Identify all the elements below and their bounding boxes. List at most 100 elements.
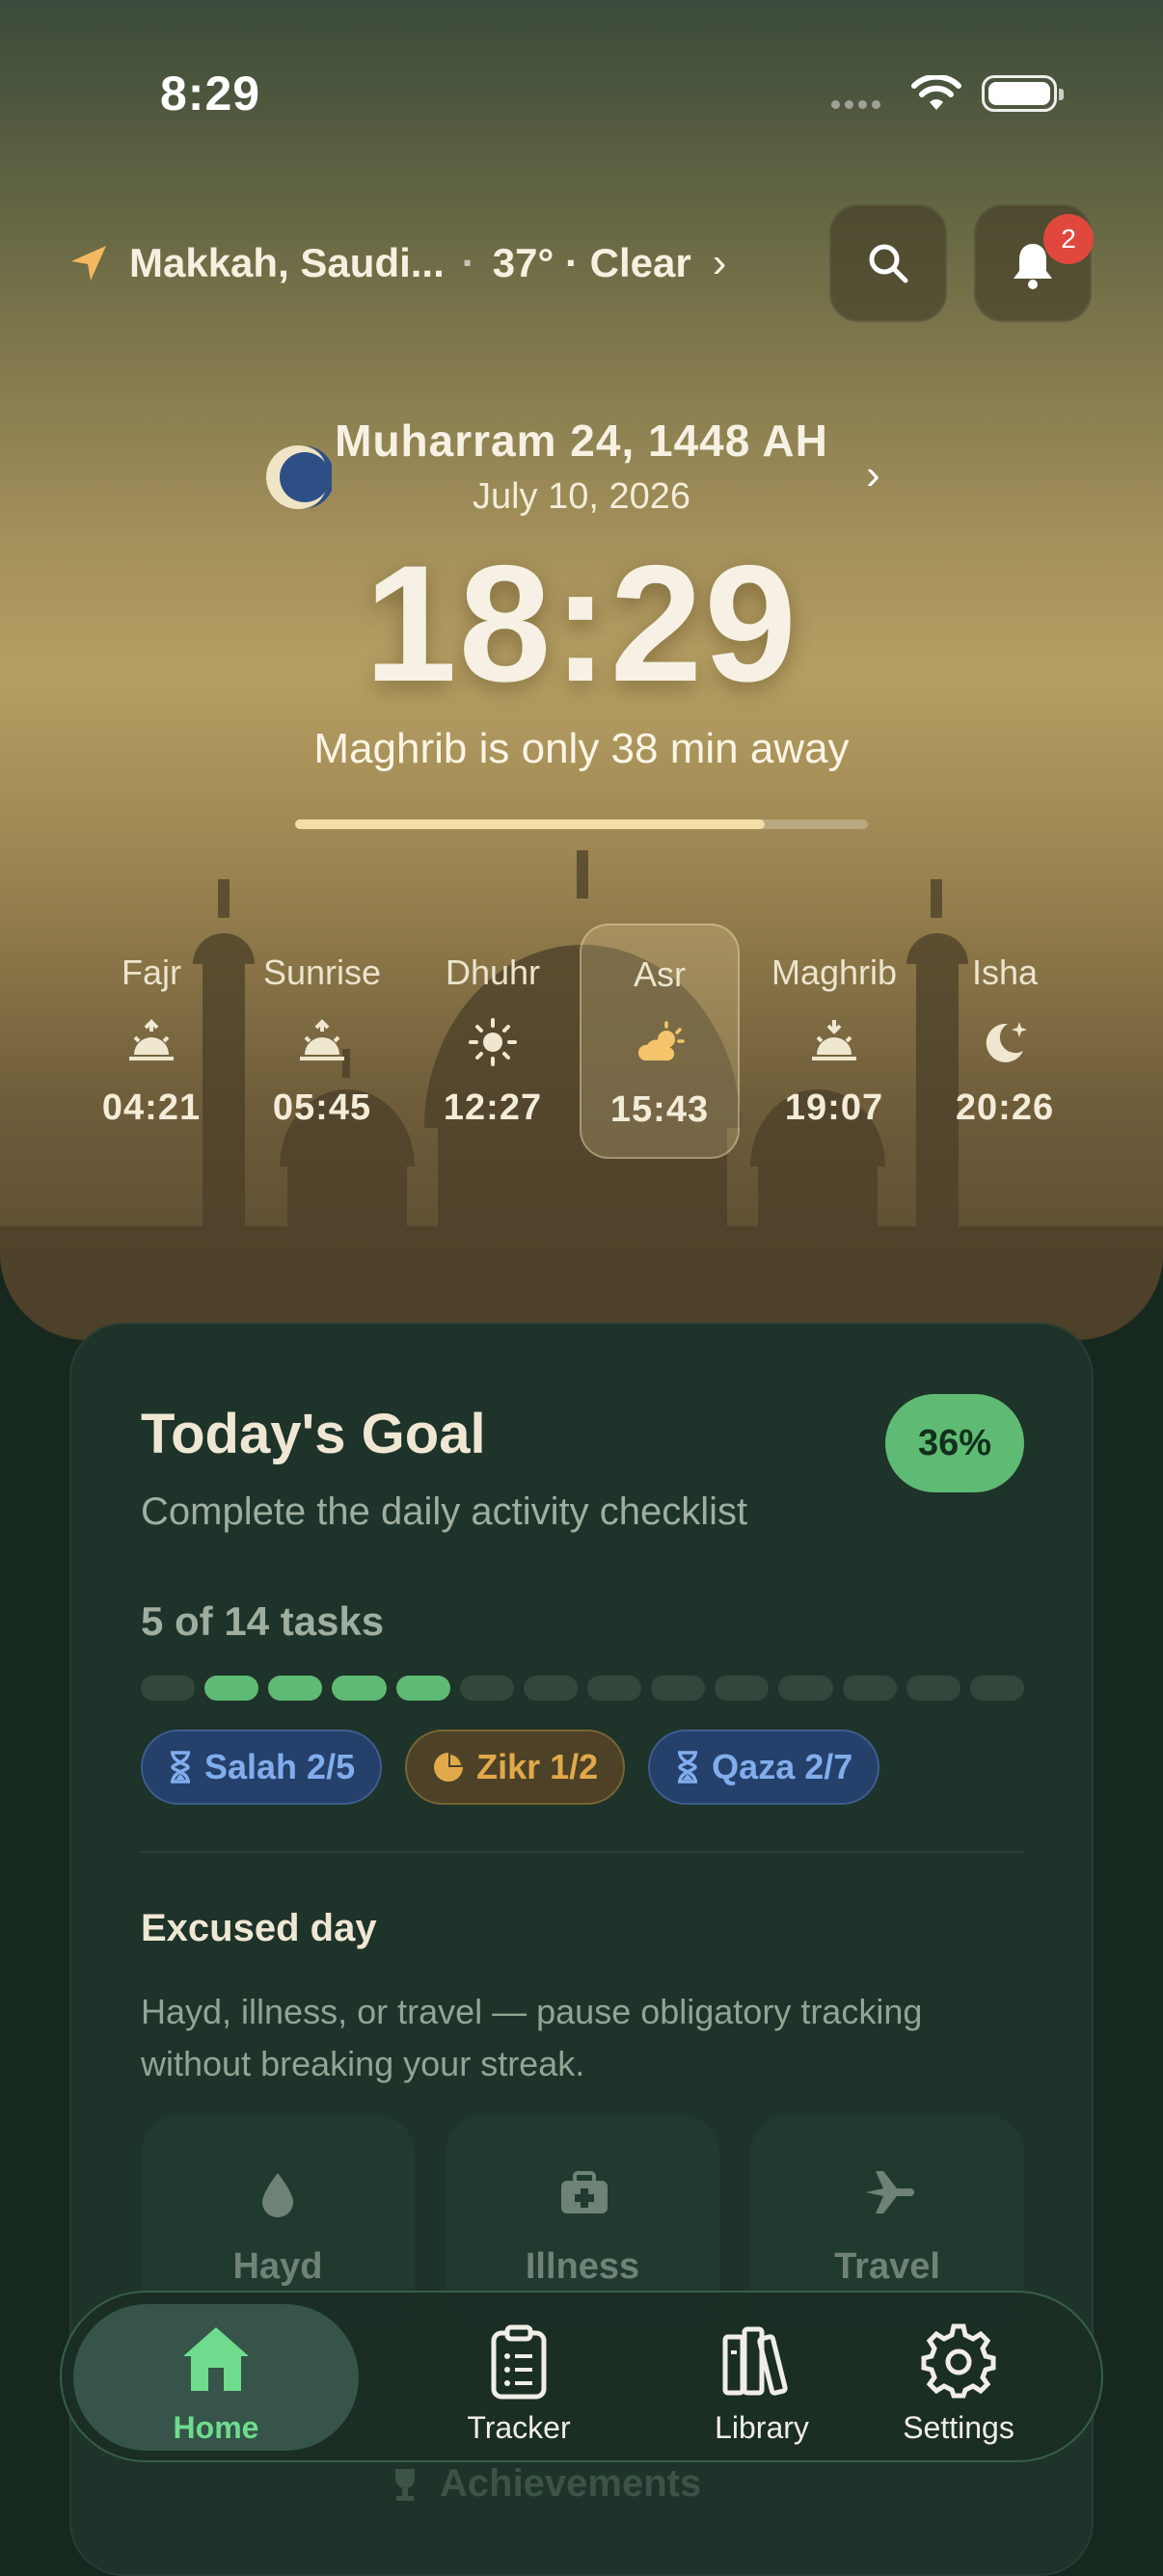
weather-text: 37° · Clear xyxy=(492,240,691,285)
pie-icon xyxy=(434,1753,464,1782)
prayer-name: Isha xyxy=(971,953,1039,992)
excuse-option-label: Illness xyxy=(525,2246,640,2287)
sunset-icon xyxy=(812,1020,856,1060)
task-segment xyxy=(395,1676,450,1701)
trophy-icon xyxy=(395,2468,415,2501)
partly-cloudy-icon xyxy=(637,1021,685,1060)
location-arrow-icon xyxy=(71,246,106,281)
chevron-right-icon: › xyxy=(712,239,727,286)
prayer-fajr[interactable]: Fajr 04:21 xyxy=(71,924,231,1159)
prayer-maghrib[interactable]: Maghrib 19:07 xyxy=(754,924,914,1159)
home-icon xyxy=(183,2327,249,2391)
task-segment xyxy=(651,1676,706,1701)
chevron-right-icon: › xyxy=(866,451,880,498)
gear-icon xyxy=(921,2323,996,2399)
prayer-time: 15:43 xyxy=(609,1089,710,1130)
prayer-time: 05:45 xyxy=(272,1087,372,1128)
chip-zikr[interactable]: Zikr 1/2 xyxy=(405,1730,626,1805)
chip-label: Zikr 1/2 xyxy=(476,1747,599,1786)
plane-icon xyxy=(866,2171,914,2214)
sunrise-icon xyxy=(129,1019,174,1060)
hijri-date: Muharram 24, 1448 AH xyxy=(335,416,828,466)
excused-day-title: Excused day xyxy=(141,1907,377,1949)
prayer-name: Maghrib xyxy=(771,953,898,992)
excused-day-description: Hayd, illness, or travel — pause obligat… xyxy=(141,1992,923,2083)
achievements-heading[interactable]: Achievements xyxy=(386,2462,701,2506)
prayer-dhuhr[interactable]: Dhuhr 12:27 xyxy=(413,924,573,1159)
sunrise-icon xyxy=(300,1019,344,1060)
hourglass-icon xyxy=(678,1751,698,1784)
task-segment xyxy=(778,1676,833,1701)
task-progress-segments xyxy=(141,1676,1024,1701)
chip-label: Qaza 2/7 xyxy=(712,1747,853,1786)
search-icon xyxy=(869,244,908,283)
achievements-label: Achievements xyxy=(440,2462,702,2505)
location-weather-bar[interactable]: Makkah, Saudi... · 37° · Clear › xyxy=(68,231,726,295)
battery-icon xyxy=(982,75,1064,112)
prayer-asr[interactable]: Asr 15:43 xyxy=(580,924,740,1159)
goal-subtitle: Complete the daily activity checklist xyxy=(141,1490,748,1533)
task-segment xyxy=(906,1676,960,1701)
prayer-time: 04:21 xyxy=(101,1087,202,1128)
tab-label: Tracker xyxy=(467,2410,571,2445)
task-segment xyxy=(332,1676,387,1701)
tab-label: Home xyxy=(173,2410,259,2445)
prayer-progress-bar xyxy=(295,819,868,829)
wifi-icon xyxy=(911,75,961,110)
medkit-icon xyxy=(561,2171,608,2214)
tab-settings[interactable]: Settings xyxy=(837,2304,1080,2451)
task-segment xyxy=(523,1676,578,1701)
gregorian-date: July 10, 2026 xyxy=(472,476,691,517)
prayer-name: Asr xyxy=(634,954,686,994)
hero-header: 8:29 Makkah, Saudi... · 37° · Clear › 2 xyxy=(0,0,1163,1340)
status-time: 8:29 xyxy=(160,67,261,121)
search-button[interactable] xyxy=(829,204,947,322)
tab-tracker[interactable]: Tracker xyxy=(397,2304,640,2451)
prayer-name: Sunrise xyxy=(262,953,382,992)
task-segment xyxy=(586,1676,642,1701)
status-bar: 8:29 xyxy=(0,58,1163,125)
task-segment xyxy=(842,1676,897,1701)
signal-dots-icon xyxy=(831,96,889,109)
notification-badge: 2 xyxy=(1043,214,1094,264)
bottom-tab-bar: Home Tracker Library Settings xyxy=(60,2291,1103,2462)
moon-stars-icon xyxy=(986,1022,1027,1062)
prayer-time: 12:27 xyxy=(443,1087,543,1128)
location-name: Makkah, Saudi... xyxy=(129,240,445,285)
task-segment xyxy=(459,1676,514,1701)
next-prayer-text: Maghrib is only 38 min away xyxy=(313,725,850,772)
separator-dot: · xyxy=(461,240,475,285)
notifications-button[interactable]: 2 xyxy=(974,204,1094,322)
prayer-sunrise[interactable]: Sunrise 05:45 xyxy=(242,924,402,1159)
task-segment xyxy=(969,1676,1024,1701)
prayer-isha[interactable]: Isha 20:26 xyxy=(925,924,1085,1159)
moon-phase-icon xyxy=(266,445,332,509)
tab-label: Settings xyxy=(903,2410,1014,2445)
divider xyxy=(141,1851,1024,1853)
category-chips: Salah 2/5 Zikr 1/2 Qaza 2/7 xyxy=(141,1730,880,1807)
tab-home[interactable]: Home xyxy=(73,2304,359,2451)
task-segment xyxy=(715,1676,770,1701)
chip-label: Salah 2/5 xyxy=(204,1747,356,1786)
hourglass-icon xyxy=(171,1751,190,1784)
prayer-progress-fill xyxy=(295,819,766,829)
clipboard-icon xyxy=(491,2324,547,2400)
prayer-time: 20:26 xyxy=(955,1087,1055,1128)
goal-percent-badge: 36% xyxy=(885,1394,1024,1492)
task-segment xyxy=(204,1676,259,1701)
library-icon xyxy=(722,2326,788,2396)
excuse-option-label: Hayd xyxy=(232,2246,323,2287)
prayer-times-row: Fajr 04:21 Sunrise 05:45 Dhuhr 12:27 Asr 15:43 M… xyxy=(71,924,1094,1159)
chip-qaza[interactable]: Qaza 2/7 xyxy=(648,1730,880,1805)
prayer-name: Fajr xyxy=(122,953,181,992)
chip-salah[interactable]: Salah 2/5 xyxy=(141,1730,383,1805)
sun-icon xyxy=(469,1018,517,1066)
task-segment xyxy=(268,1676,323,1701)
excuse-option-label: Travel xyxy=(834,2246,940,2287)
goal-title: Today's Goal xyxy=(141,1403,486,1465)
tasks-count: 5 of 14 tasks xyxy=(141,1598,385,1644)
current-time: 18:29 xyxy=(365,531,798,716)
date-block[interactable]: Muharram 24, 1448 AH July 10, 2026 › xyxy=(0,415,1163,518)
prayer-name: Dhuhr xyxy=(445,953,541,992)
drop-icon xyxy=(262,2173,293,2217)
